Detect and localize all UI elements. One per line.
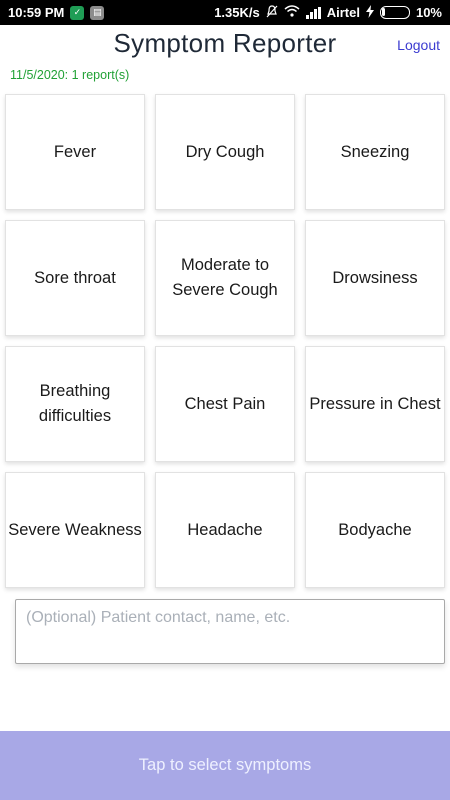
symptom-card-bodyache[interactable]: Bodyache [305,472,445,588]
symptom-card-sore-throat[interactable]: Sore throat [5,220,145,336]
mute-icon [266,4,278,21]
patient-notes-input[interactable] [15,599,445,664]
shield-icon: ✓ [70,5,85,20]
status-bar-right: 1.35K/s Airtel 10% [214,4,442,21]
carrier-name: Airtel [326,5,360,20]
status-bar-left: 10:59 PM ✓ ▤ [8,5,105,20]
symptom-card-chest-pain[interactable]: Chest Pain [155,346,295,462]
symptom-grid: Fever Dry Cough Sneezing Sore throat Mod… [5,94,445,588]
symptom-card-pressure-in-chest[interactable]: Pressure in Chest [305,346,445,462]
page-title: Symptom Reporter [113,28,337,58]
symptom-card-severe-weakness[interactable]: Severe Weakness [5,472,145,588]
status-time: 10:59 PM [8,5,65,20]
battery-level: 10% [415,5,442,20]
symptom-card-moderate-to-severe-cough[interactable]: Moderate to Severe Cough [155,220,295,336]
signal-icon [305,6,321,19]
battery-icon [379,6,410,19]
charging-icon [365,4,374,21]
symptom-card-breathing-difficulties[interactable]: Breathing difficulties [5,346,145,462]
wifi-icon [284,5,300,20]
symptom-card-headache[interactable]: Headache [155,472,295,588]
sim-card-icon: ▤ [90,5,105,20]
status-bar: 10:59 PM ✓ ▤ 1.35K/s Airtel 10% [0,0,450,25]
symptom-card-sneezing[interactable]: Sneezing [305,94,445,210]
logout-link[interactable]: Logout [397,37,440,53]
symptom-card-fever[interactable]: Fever [5,94,145,210]
report-count: 11/5/2020: 1 report(s) [10,68,130,82]
symptom-card-drowsiness[interactable]: Drowsiness [305,220,445,336]
select-symptoms-button[interactable]: Tap to select symptoms [0,731,450,800]
net-speed: 1.35K/s [214,5,260,20]
symptom-card-dry-cough[interactable]: Dry Cough [155,94,295,210]
